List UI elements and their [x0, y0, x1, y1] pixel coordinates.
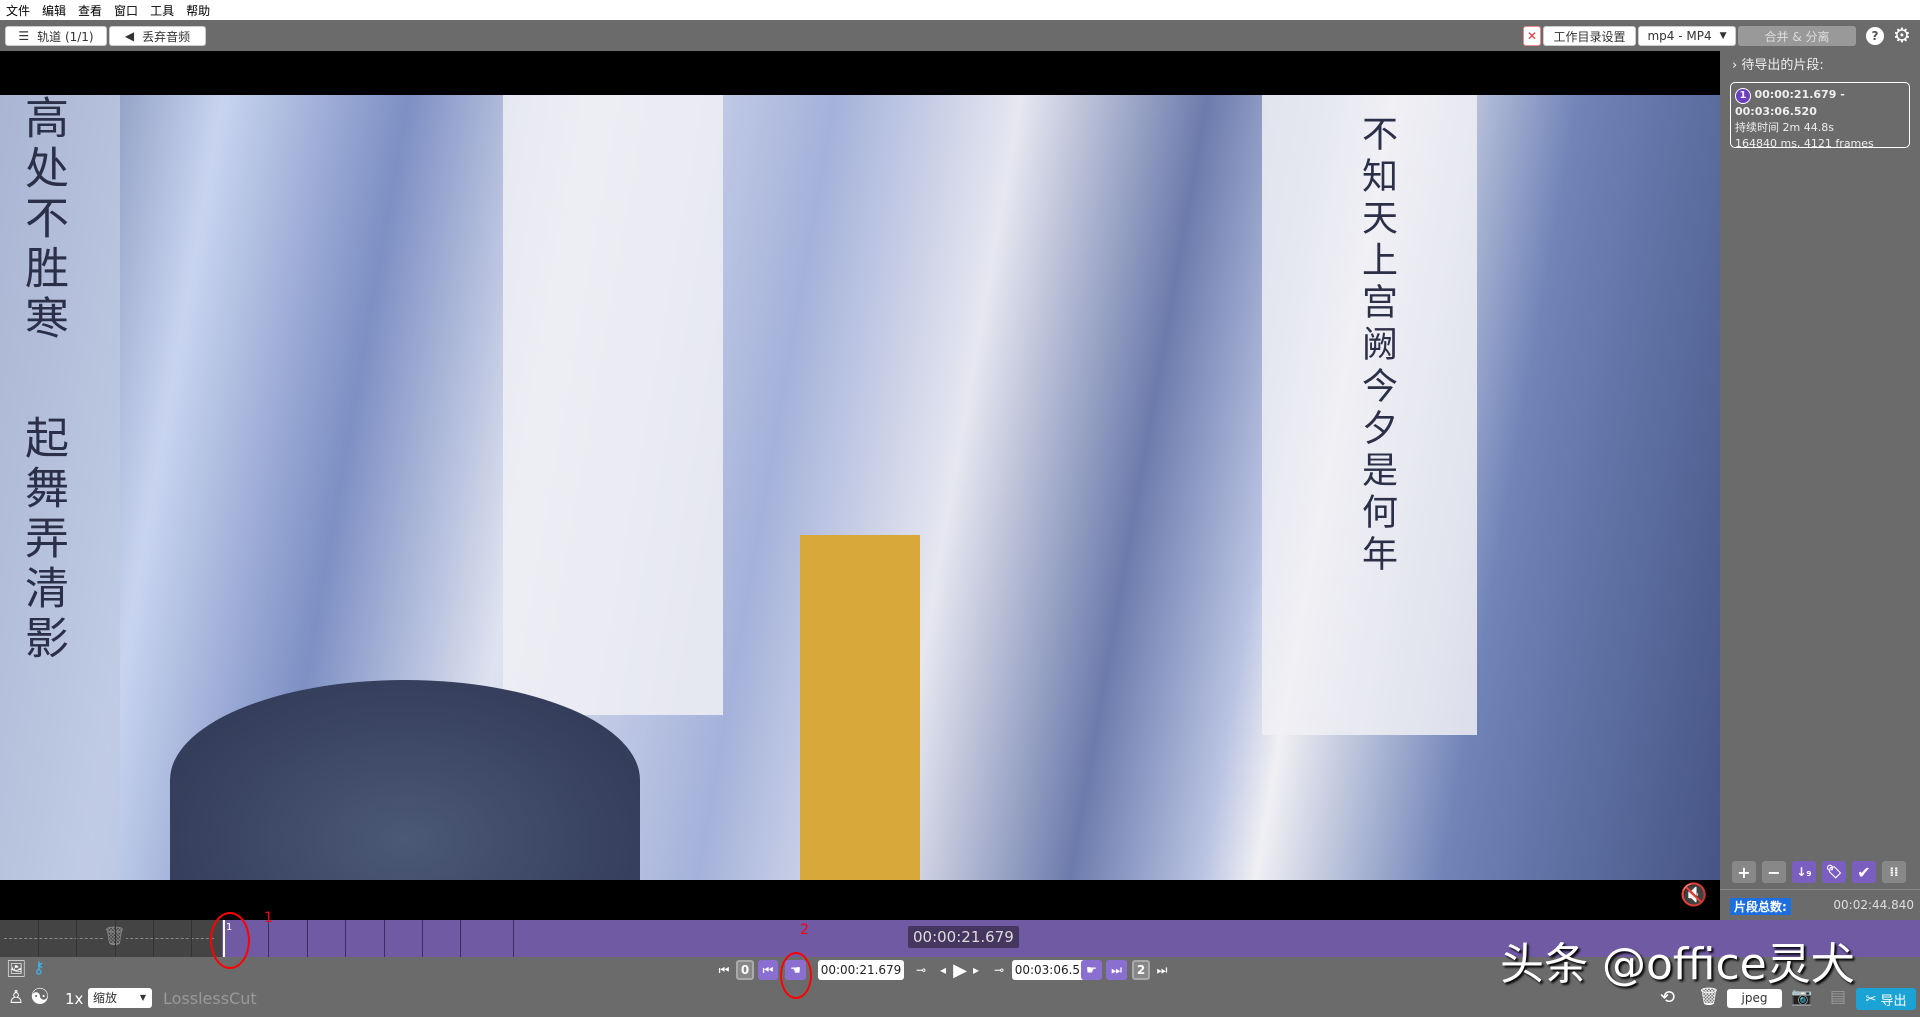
calligraphy-left-2: 起舞弄清影: [17, 415, 68, 665]
menu-edit[interactable]: 编辑: [42, 2, 66, 19]
workdir-label: 工作目录设置: [1553, 29, 1626, 44]
rock: [170, 680, 640, 880]
segment-duration: 持续时间 2m 44.8s: [1735, 121, 1834, 134]
check-icon[interactable]: ✔: [1852, 861, 1876, 883]
segments-panel: › 待导出的片段: 1 00:00:21.679 - 00:03:06.520 …: [1720, 51, 1920, 920]
app-name: LosslessCut: [163, 989, 257, 1008]
speaker-icon: ◀: [124, 29, 135, 43]
menu-window[interactable]: 窗口: [114, 2, 138, 19]
image-icon[interactable]: 🖼: [6, 959, 26, 978]
calligraphy-right: 不知天上宫阙今夕是何年: [1356, 115, 1397, 577]
mute-icon[interactable]: 🔇: [1680, 883, 1707, 908]
video-player[interactable]: 高处不胜寒 起舞弄清影 不知天上宫阙今夕是何年 🔇: [0, 51, 1720, 920]
help-icon[interactable]: ?: [1866, 27, 1884, 45]
cut-start-time-input[interactable]: 00:00:21.679: [818, 960, 904, 980]
baby-icon[interactable]: ♙: [8, 987, 24, 1008]
total-label: 片段总数:: [1730, 898, 1791, 915]
zoom-label: 缩放: [93, 991, 118, 1005]
jump-cut-start-icon[interactable]: ⏮: [758, 960, 778, 980]
chevron-down-icon: ▼: [1719, 31, 1727, 41]
workdir-button[interactable]: 工作目录设置: [1543, 26, 1636, 46]
yin-yang-icon[interactable]: ☯: [30, 985, 50, 1010]
jump-end-icon[interactable]: ⏭: [1155, 960, 1169, 980]
format-label: mp4 - MP4: [1647, 29, 1712, 43]
segments-title: 待导出的片段:: [1741, 58, 1824, 73]
sort-icon[interactable]: ↓₉: [1792, 861, 1816, 883]
discard-audio-label: 丢弃音频: [142, 29, 191, 44]
menu-file[interactable]: 文件: [6, 2, 30, 19]
segments-header[interactable]: › 待导出的片段:: [1732, 54, 1824, 73]
menu-view[interactable]: 查看: [78, 2, 102, 19]
segment-details: 164840 ms, 4121 frames: [1735, 137, 1874, 150]
annotation-circle-1: [210, 912, 250, 969]
speed-label: 1x: [65, 990, 84, 1008]
current-time-display: 00:00:21.679: [908, 926, 1019, 948]
close-icon: ✕: [1526, 29, 1538, 43]
top-toolbar: ☰ 轨道 (1/1) ◀ 丢弃音频 ✕ 工作目录设置 mp4 - MP4 ▼ 合并 &…: [0, 20, 1920, 51]
next-frame-icon[interactable]: ▸: [970, 960, 982, 980]
split-icon[interactable]: ⁞⁞: [1882, 861, 1906, 883]
prev-segment-button[interactable]: 0: [736, 960, 754, 980]
annotation-label-2: 2: [800, 922, 809, 938]
merge-split-button[interactable]: 合并 & 分离: [1738, 26, 1856, 46]
key-icon[interactable]: ⚷: [33, 958, 45, 977]
play-icon[interactable]: ▶: [950, 960, 970, 981]
tracks-button[interactable]: ☰ 轨道 (1/1): [5, 26, 107, 46]
annotation-label-1: 1: [264, 910, 273, 926]
gear-icon[interactable]: ⚙: [1893, 23, 1911, 47]
chevron-down-icon: ▼: [139, 993, 146, 1002]
video-frame: 高处不胜寒 起舞弄清影 不知天上宫阙今夕是何年: [0, 95, 1720, 880]
discard-audio-button[interactable]: ◀ 丢弃音频: [109, 26, 206, 46]
segment-range: 00:00:21.679 - 00:03:06.520: [1735, 88, 1845, 118]
scissors-icon: ✂: [1865, 991, 1877, 1007]
set-cut-end-button[interactable]: ☛: [1081, 960, 1102, 980]
jump-start-icon[interactable]: ⏮: [717, 960, 731, 980]
merge-label: 合并 & 分离: [1764, 29, 1830, 44]
format-select[interactable]: mp4 - MP4 ▼: [1638, 26, 1736, 46]
tag-icon[interactable]: 🏷: [1822, 861, 1846, 883]
menu-bar: 文件 编辑 查看 窗口 工具 帮助: [0, 0, 1920, 20]
next-segment-button[interactable]: 2: [1132, 960, 1150, 980]
clear-workdir-button[interactable]: ✕: [1523, 26, 1541, 46]
export-button[interactable]: ✂ 导出: [1856, 988, 1916, 1010]
jump-cut-end-icon[interactable]: ⏭: [1106, 960, 1127, 980]
key-end-icon[interactable]: ⊸: [988, 960, 1010, 980]
export-label: 导出: [1880, 993, 1907, 1009]
menu-tools[interactable]: 工具: [150, 2, 174, 19]
zoom-select[interactable]: 缩放 ▼: [88, 988, 152, 1008]
list-icon: ☰: [18, 29, 30, 43]
segment-item[interactable]: 1 00:00:21.679 - 00:03:06.520 持续时间 2m 44…: [1730, 82, 1910, 150]
tracks-label: 轨道 (1/1): [37, 29, 94, 44]
menu-help[interactable]: 帮助: [186, 2, 210, 19]
total-value: 00:02:44.840: [1833, 898, 1914, 912]
calligraphy-left-1: 高处不胜寒: [17, 95, 68, 345]
annotation-circle-2: [780, 952, 812, 999]
watermark: 头条 @office灵犬: [1500, 939, 1855, 990]
add-segment-button[interactable]: +: [1732, 861, 1756, 883]
key-start-icon[interactable]: ⊸: [910, 960, 932, 980]
timeline-empty: 🗑: [0, 920, 222, 957]
prev-frame-icon[interactable]: ◂: [937, 960, 949, 980]
remove-segment-button[interactable]: −: [1762, 861, 1786, 883]
segment-number: 1: [1735, 88, 1751, 104]
